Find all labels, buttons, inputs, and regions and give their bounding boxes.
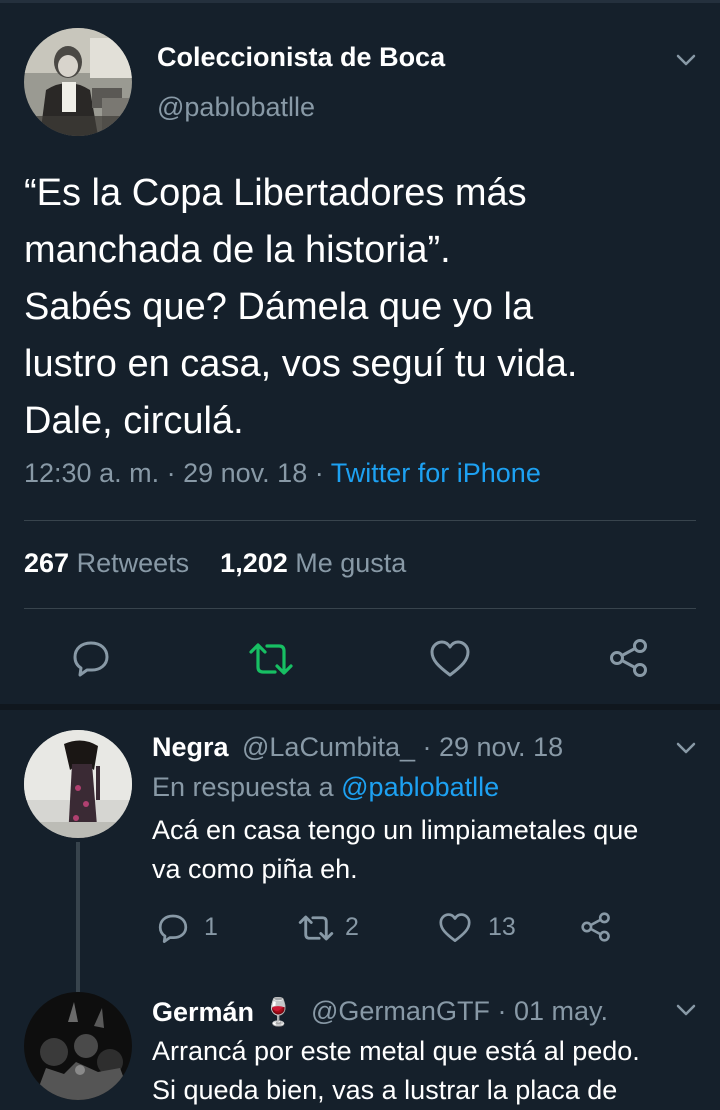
- reply-text-line: Arrancá por este metal que está al pedo.: [152, 1036, 640, 1066]
- in-reply-prefix: En respuesta a: [152, 772, 334, 802]
- like-icon[interactable]: [429, 640, 471, 678]
- reply-avatar[interactable]: [24, 992, 132, 1100]
- tweet-text-line: Sabés que? Dámela que yo la: [24, 286, 534, 328]
- meta-separator: ·: [415, 732, 439, 762]
- reply-text-line: Acá en casa tengo un limpiametales que: [152, 815, 639, 845]
- thread-line: [76, 842, 80, 992]
- reply-date: 29 nov. 18: [439, 732, 564, 762]
- author-name[interactable]: Coleccionista de Boca: [157, 42, 445, 73]
- tweet-text-line: manchada de la historia”.: [24, 229, 451, 271]
- reply-author-handle[interactable]: @GermanGTF: [311, 996, 490, 1026]
- meta-separator: ·: [166, 458, 184, 488]
- retweets-stat[interactable]: 267 Retweets: [24, 548, 189, 578]
- retweet-icon[interactable]: [297, 913, 335, 943]
- in-reply-mention[interactable]: @pablobatlle: [341, 772, 499, 802]
- divider: [24, 520, 696, 521]
- reply-text: Arrancá por este metal que está al pedo.…: [152, 1032, 712, 1110]
- tweet-meta: 12:30 a. m. · 29 nov. 18 · Twitter for i…: [24, 458, 541, 489]
- tweet-text-line: Dale, circulá.: [24, 400, 244, 442]
- retweet-icon[interactable]: [247, 640, 295, 678]
- reply-author-name-text[interactable]: Germán: [152, 997, 254, 1027]
- reply-tweet[interactable]: Germán 🍷 @GermanGTF · 01 may. Arrancá po…: [0, 992, 720, 1105]
- likes-label: Me gusta: [295, 548, 407, 578]
- tweet-text-line: lustro en casa, vos seguí tu vida.: [24, 343, 578, 385]
- tweet-source-link[interactable]: Twitter for iPhone: [331, 458, 541, 488]
- retweets-label: Retweets: [76, 548, 190, 578]
- like-icon[interactable]: [438, 913, 472, 943]
- like-count: 13: [488, 913, 516, 941]
- reply-author-name: Germán 🍷: [152, 996, 295, 1028]
- reply-text-line: va como piña eh.: [152, 854, 358, 884]
- reply-author-handle[interactable]: @LaCumbita_: [242, 732, 415, 762]
- meta-separator: ·: [314, 458, 331, 488]
- chevron-down-icon[interactable]: [676, 53, 696, 67]
- share-icon[interactable]: [608, 638, 650, 678]
- reply-text: Acá en casa tengo un limpiametales que v…: [152, 811, 712, 889]
- reply-author-name[interactable]: Negra: [152, 732, 229, 763]
- retweets-count: 267: [24, 548, 70, 578]
- likes-count: 1,202: [220, 548, 288, 578]
- author-avatar[interactable]: [24, 28, 132, 136]
- tweet-time: 12:30 a. m.: [24, 458, 160, 488]
- tweet-text-line: “Es la Copa Libertadores más: [24, 172, 527, 214]
- reply-handle-date: @GermanGTF · 01 may.: [311, 996, 608, 1027]
- divider: [24, 608, 696, 609]
- likes-stat[interactable]: 1,202 Me gusta: [220, 548, 406, 578]
- tweet-stats: 267 Retweets 1,202 Me gusta: [24, 548, 406, 579]
- in-reply-to: En respuesta a @pablobatlle: [152, 772, 499, 803]
- retweet-count: 2: [345, 913, 359, 941]
- reply-avatar[interactable]: [24, 730, 132, 838]
- tweet-text: “Es la Copa Libertadores más manchada de…: [24, 165, 704, 450]
- chevron-down-icon[interactable]: [676, 1003, 696, 1017]
- meta-separator: ·: [489, 996, 514, 1026]
- tweet-date: 29 nov. 18: [183, 458, 308, 488]
- main-tweet: Coleccionista de Boca @pablobatlle “Es l…: [0, 0, 720, 708]
- author-handle[interactable]: @pablobatlle: [157, 92, 315, 123]
- reply-text-line: Si queda bien, vas a lustrar la placa de: [152, 1075, 618, 1105]
- share-icon[interactable]: [580, 911, 612, 943]
- reply-date: 01 may.: [513, 996, 608, 1026]
- reply-handle-date: @LaCumbita_ · 29 nov. 18: [242, 732, 563, 763]
- wine-glass-emoji: 🍷: [261, 997, 296, 1027]
- chevron-down-icon[interactable]: [676, 741, 696, 755]
- reply-icon[interactable]: [71, 638, 111, 678]
- reply-count: 1: [204, 913, 218, 941]
- reply-tweet[interactable]: Negra @LaCumbita_ · 29 nov. 18 En respue…: [0, 710, 720, 992]
- reply-icon[interactable]: [157, 912, 189, 944]
